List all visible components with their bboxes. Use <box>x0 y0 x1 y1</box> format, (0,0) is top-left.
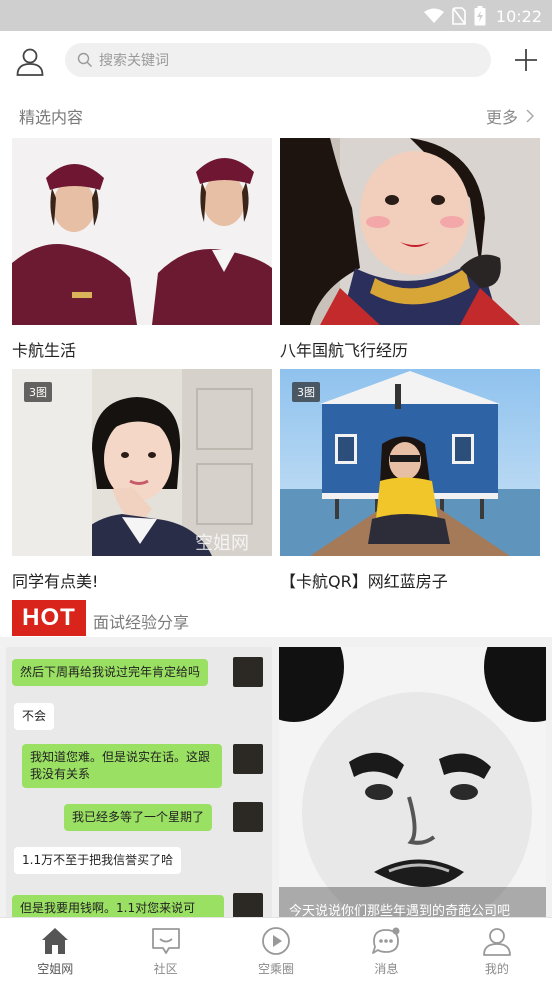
search-placeholder: 搜索关键词 <box>99 53 169 69</box>
chat-avatar <box>233 657 263 687</box>
chat-avatar <box>233 893 263 917</box>
nav-label: 消息 <box>374 962 399 976</box>
nav-item-crew-circle[interactable]: 空乘圈 <box>221 918 331 981</box>
hot-badge: HOT <box>12 600 86 636</box>
nav-label: 我的 <box>484 962 509 976</box>
chat-bubble-right: 我知道您难。但是说实在话。这跟我没有关系 <box>22 744 222 788</box>
featured-section-header: 精选内容 更多 <box>0 96 552 132</box>
chat-bubble-right: 然后下周再给我说过完年肯定给吗 <box>12 659 209 686</box>
card-caption: 卡航生活 <box>12 341 77 360</box>
chat-avatar <box>233 744 263 774</box>
featured-card[interactable]: 卡航生活 <box>12 138 272 361</box>
more-label: 更多 <box>485 108 518 127</box>
chat-bubble-left: 不会 <box>14 703 55 730</box>
chat-bubble-right: 我已经多等了一个星期了 <box>64 804 213 831</box>
chevron-right-icon <box>526 109 534 123</box>
card-caption: 同学有点美! <box>12 572 99 591</box>
image-count-badge: 3图 <box>24 382 52 402</box>
user-profile-icon[interactable] <box>14 45 46 77</box>
community-icon <box>151 928 180 954</box>
nav-label: 空乘圈 <box>258 962 295 976</box>
message-icon <box>372 927 400 954</box>
meme-caption: 今天说说你们那些年遇到的奇葩公司吧 <box>289 904 511 917</box>
status-bar: 10:22 <box>0 0 552 31</box>
card-image <box>280 138 540 325</box>
nav-item-community[interactable]: 社区 <box>110 918 220 981</box>
hot-section-header: HOT 面试经验分享 <box>0 598 552 638</box>
top-header: 搜索关键词 <box>0 31 552 89</box>
featured-card[interactable]: 3图 空姐网 同学有点美! <box>12 369 272 592</box>
watermark: 空姐网 <box>195 533 249 554</box>
card-image <box>12 138 272 325</box>
more-link[interactable]: 更多 <box>486 104 534 128</box>
card-caption: 八年国航飞行经历 <box>280 341 409 360</box>
chat-avatar <box>233 802 263 832</box>
play-circle-icon <box>262 927 290 955</box>
status-time: 10:22 <box>495 6 542 26</box>
featured-title: 精选内容 <box>19 108 84 127</box>
meme-card[interactable]: 今天说说你们那些年遇到的奇葩公司吧 <box>279 647 546 917</box>
status-icons: 10:22 <box>423 5 542 27</box>
nav-label: 社区 <box>153 962 178 976</box>
plus-icon[interactable] <box>514 48 538 72</box>
wifi-icon <box>423 8 444 23</box>
nav-label: 空姐网 <box>37 962 74 976</box>
search-icon <box>77 52 92 67</box>
app-screen: 10:22 搜索关键词 精选内容 更多 卡航生活 八年国航飞行经历 3图 空姐网… <box>0 0 552 981</box>
no-sim-icon <box>452 7 466 25</box>
chat-bubble-right: 但是我要用钱啊。1.1对您来说可 <box>12 895 224 917</box>
battery-charging-icon <box>474 6 486 26</box>
nav-item-home[interactable]: 空姐网 <box>0 918 110 981</box>
bottom-nav: 空姐网 社区 空乘圈 消息 我的 <box>0 917 552 981</box>
nav-item-messages[interactable]: 消息 <box>331 918 441 981</box>
hot-section-title: 面试经验分享 <box>93 613 190 632</box>
search-bar[interactable]: 搜索关键词 <box>65 43 491 77</box>
image-count-badge: 3图 <box>292 382 320 402</box>
featured-card[interactable]: 3图 【卡航QR】网红蓝房子 <box>280 369 540 592</box>
panda-meme-image <box>279 647 546 917</box>
home-icon <box>42 928 69 954</box>
card-image: 3图 <box>280 369 540 556</box>
card-image: 3图 空姐网 <box>12 369 272 556</box>
featured-card[interactable]: 八年国航飞行经历 <box>280 138 540 361</box>
chat-screenshot-card[interactable]: 然后下周再给我说过完年肯定给吗 不会 我知道您难。但是说实在话。这跟我没有关系 … <box>6 647 272 917</box>
profile-icon <box>482 928 511 956</box>
hot-content: 然后下周再给我说过完年肯定给吗 不会 我知道您难。但是说实在话。这跟我没有关系 … <box>0 637 552 917</box>
card-caption: 【卡航QR】网红蓝房子 <box>280 572 448 591</box>
chat-bubble-left: 1.1万不至于把我信誉买了哈 <box>14 847 182 874</box>
nav-item-profile[interactable]: 我的 <box>442 918 552 981</box>
